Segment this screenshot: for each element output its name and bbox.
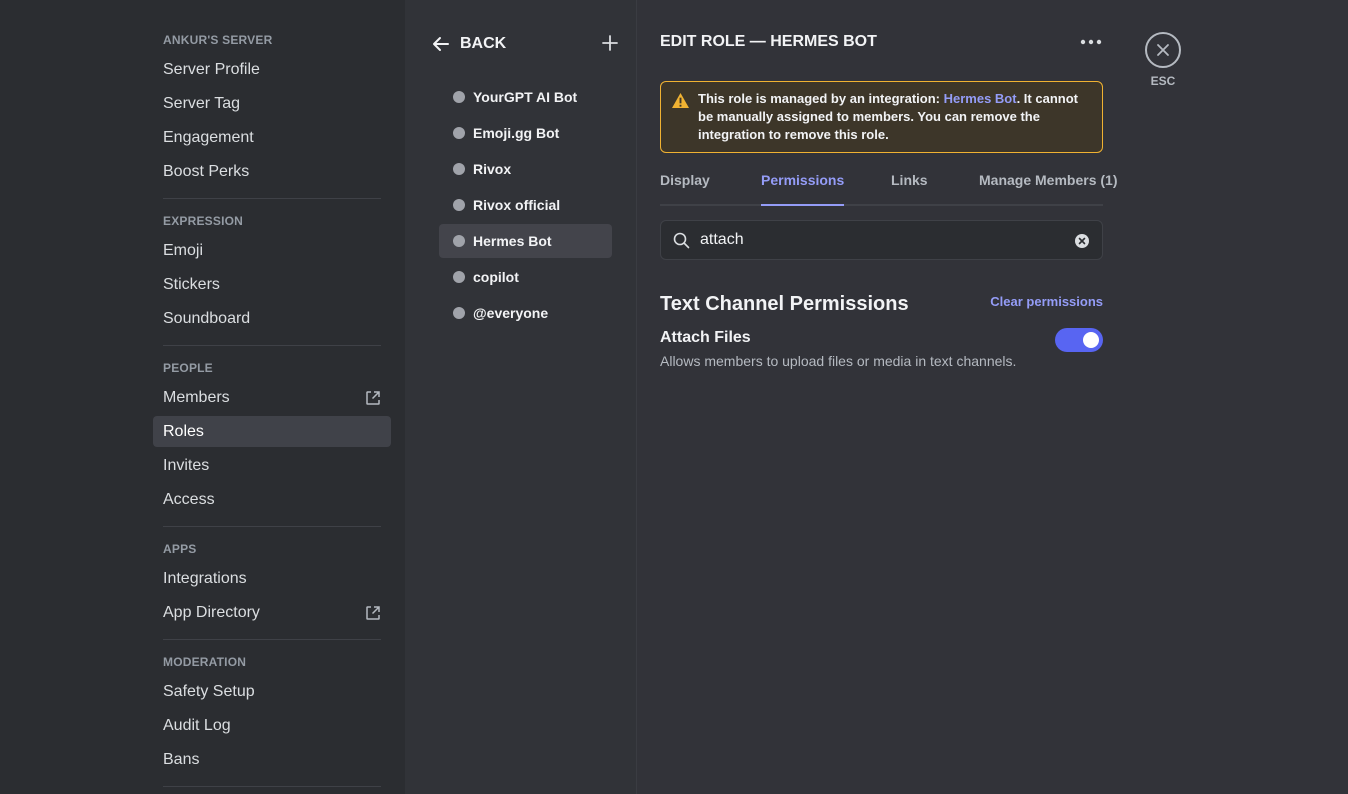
role-item-rivox[interactable]: Rivox	[439, 152, 612, 186]
role-label: Emoji.gg Bot	[473, 125, 560, 141]
role-color-dot	[453, 91, 465, 103]
role-item-rivox-official[interactable]: Rivox official	[439, 188, 612, 222]
role-item-everyone[interactable]: @everyone	[439, 296, 612, 330]
role-label: YourGPT AI Bot	[473, 89, 578, 105]
role-label: Hermes Bot	[473, 233, 552, 249]
toggle-knob	[1083, 332, 1099, 348]
sidebar-item-safety-setup[interactable]: Safety Setup	[153, 676, 391, 707]
role-color-dot	[453, 199, 465, 211]
sidebar-item-soundboard[interactable]: Soundboard	[153, 303, 391, 334]
plus-icon[interactable]	[601, 34, 619, 52]
section-title: Text Channel Permissions	[660, 293, 909, 315]
sidebar-item-boost-perks[interactable]: Boost Perks	[153, 156, 391, 187]
tab-display[interactable]: Display	[660, 172, 710, 206]
sidebar-item-label: Soundboard	[163, 309, 251, 327]
sidebar-item-emoji[interactable]: Emoji	[153, 235, 391, 266]
role-color-dot	[453, 235, 465, 247]
sidebar-item-app-directory[interactable]: App Directory	[153, 597, 391, 628]
esc-label: ESC	[1150, 74, 1176, 88]
role-label: Rivox official	[473, 197, 561, 213]
permission-name: Attach Files	[660, 329, 751, 346]
sidebar-item-audit-log[interactable]: Audit Log	[153, 710, 391, 741]
managed-role-warning: This role is managed by an integration: …	[660, 81, 1103, 153]
clear-permissions-button[interactable]: Clear permissions	[990, 294, 1103, 309]
sidebar-item-label: Integrations	[163, 569, 247, 587]
settings-sidebar: ANKUR'S SERVER Server Profile Server Tag…	[0, 0, 405, 794]
sidebar-item-server-tag[interactable]: Server Tag	[153, 88, 391, 119]
sidebar-item-label: Engagement	[163, 128, 254, 146]
role-item-yourgpt-ai-bot[interactable]: YourGPT AI Bot	[439, 80, 612, 114]
sidebar-item-label: Access	[163, 490, 215, 508]
role-label: copilot	[473, 269, 519, 285]
sidebar-item-bans[interactable]: Bans	[153, 744, 391, 775]
section-header-people: PEOPLE	[163, 361, 213, 375]
sidebar-item-label: Roles	[163, 422, 204, 440]
sidebar-item-label: Bans	[163, 750, 200, 768]
sidebar-item-roles[interactable]: Roles	[153, 416, 391, 447]
back-button[interactable]: BACK	[432, 33, 506, 55]
sidebar-item-stickers[interactable]: Stickers	[153, 269, 391, 300]
sidebar-item-label: Emoji	[163, 241, 204, 259]
sidebar-divider	[163, 198, 381, 199]
sidebar-divider	[163, 345, 381, 346]
section-header-server: ANKUR'S SERVER	[163, 33, 273, 47]
permission-description: Allows members to upload files or media …	[660, 353, 1017, 369]
section-header-apps: APPS	[163, 542, 197, 556]
sidebar-item-label: Invites	[163, 456, 210, 474]
roles-list-panel: BACK YourGPT AI Bot Emoji.gg Bot Rivox R…	[405, 0, 636, 794]
sidebar-item-label: Boost Perks	[163, 162, 250, 180]
role-color-dot	[453, 163, 465, 175]
sidebar-item-access[interactable]: Access	[153, 484, 391, 515]
integration-link[interactable]: Hermes Bot	[944, 91, 1017, 106]
sidebar-item-members[interactable]: Members	[153, 382, 391, 413]
sidebar-item-label: Audit Log	[163, 716, 231, 734]
sidebar-divider	[163, 639, 381, 640]
column-divider	[636, 0, 637, 794]
tab-manage-members[interactable]: Manage Members (1)	[979, 172, 1117, 206]
role-color-dot	[453, 127, 465, 139]
more-options-icon[interactable]	[1078, 32, 1104, 52]
sidebar-item-label: Safety Setup	[163, 682, 255, 700]
search-input[interactable]	[700, 231, 1060, 249]
external-link-icon	[366, 390, 380, 405]
role-item-hermes-bot[interactable]: Hermes Bot	[439, 224, 612, 258]
permission-search[interactable]	[660, 220, 1103, 260]
arrow-left-icon	[433, 37, 449, 51]
sidebar-divider	[163, 786, 381, 787]
page-title: EDIT ROLE — HERMES BOT	[660, 33, 877, 50]
attach-files-toggle[interactable]	[1055, 328, 1103, 352]
sidebar-item-label: Stickers	[163, 275, 220, 293]
section-header-moderation: MODERATION	[163, 655, 247, 669]
close-settings: ESC	[1145, 32, 1181, 88]
tab-permissions[interactable]: Permissions	[761, 172, 845, 206]
role-color-dot	[453, 307, 465, 319]
sidebar-item-integrations[interactable]: Integrations	[153, 563, 391, 594]
sidebar-item-invites[interactable]: Invites	[153, 450, 391, 481]
role-item-emoji-gg-bot[interactable]: Emoji.gg Bot	[439, 116, 612, 150]
warning-text: This role is managed by an integration:	[698, 91, 944, 106]
external-link-icon	[366, 605, 380, 620]
sidebar-item-label: App Directory	[163, 603, 260, 621]
warning-icon	[672, 92, 689, 109]
role-label: Rivox	[473, 161, 512, 177]
clear-search-icon[interactable]	[1074, 233, 1090, 249]
role-tabs: Display Permissions Links Manage Members…	[660, 172, 1117, 206]
role-color-dot	[453, 271, 465, 283]
close-icon	[1157, 44, 1169, 56]
tab-links[interactable]: Links	[891, 172, 928, 206]
back-label: BACK	[460, 35, 507, 52]
close-button[interactable]	[1145, 32, 1181, 68]
sidebar-item-label: Members	[163, 388, 230, 406]
role-item-copilot[interactable]: copilot	[439, 260, 612, 294]
section-header-expression: EXPRESSION	[163, 214, 244, 228]
search-icon	[673, 232, 690, 248]
role-label: @everyone	[473, 305, 549, 321]
sidebar-item-engagement[interactable]: Engagement	[153, 122, 391, 153]
sidebar-divider	[163, 526, 381, 527]
sidebar-item-label: Server Tag	[163, 94, 241, 112]
sidebar-item-server-profile[interactable]: Server Profile	[153, 54, 391, 85]
sidebar-item-label: Server Profile	[163, 60, 260, 78]
